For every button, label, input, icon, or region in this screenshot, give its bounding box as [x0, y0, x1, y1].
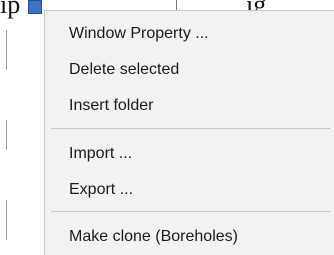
tree-guide-line: [6, 30, 7, 70]
menu-separator: [51, 211, 330, 212]
tree-guide-line: [6, 120, 7, 150]
screen: ip ig Window Property ... Delete selecte…: [0, 0, 334, 255]
menu-item-export[interactable]: Export ...: [45, 173, 334, 207]
menu-item-window-property[interactable]: Window Property ...: [45, 17, 334, 51]
menu-item-delete-selected[interactable]: Delete selected: [45, 53, 334, 87]
background-text-fragment-left: ip: [0, 0, 21, 19]
menu-item-insert-folder[interactable]: Insert folder: [45, 89, 334, 123]
tree-node-icon: [28, 0, 42, 14]
context-menu: Window Property ... Delete selected Inse…: [44, 10, 334, 255]
menu-separator: [51, 128, 330, 129]
tree-guide-line: [6, 200, 7, 240]
menu-item-make-clone[interactable]: Make clone (Boreholes): [45, 220, 334, 254]
menu-item-import[interactable]: Import ...: [45, 137, 334, 171]
